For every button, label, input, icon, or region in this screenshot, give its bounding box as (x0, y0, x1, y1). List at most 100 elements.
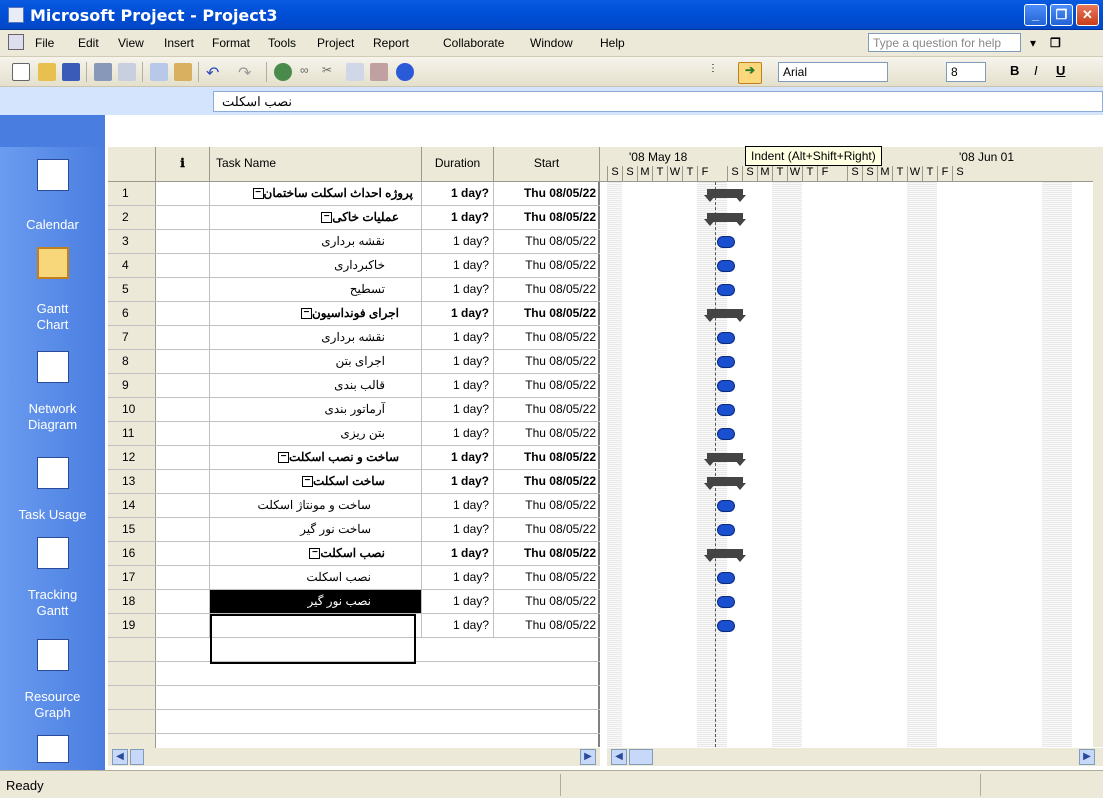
help-icon[interactable] (396, 63, 414, 81)
new-icon[interactable] (12, 63, 30, 81)
info-column-icon[interactable]: ℹ (156, 147, 210, 182)
paste-icon[interactable] (174, 63, 192, 81)
column-start[interactable]: Start (494, 147, 600, 182)
help-dropdown-icon[interactable]: ▾ (1030, 36, 1036, 50)
task-usage-icon[interactable] (37, 457, 69, 489)
task-bar[interactable] (717, 380, 735, 392)
app-icon[interactable] (8, 7, 24, 23)
row-number[interactable]: 1 (108, 182, 156, 205)
table-row[interactable]: 18 نصب نور گیر 1 day? Thu 08/05/22 (108, 590, 600, 614)
column-duration[interactable]: Duration (422, 147, 494, 182)
copy-icon[interactable] (150, 63, 168, 81)
resource-graph-icon[interactable] (37, 639, 69, 671)
underline-button[interactable]: U (1056, 63, 1074, 81)
start-cell[interactable]: Thu 08/05/22 (494, 590, 600, 613)
gantt-chart-icon[interactable] (37, 247, 69, 279)
italic-button[interactable]: I (1034, 63, 1052, 81)
scroll-right-icon[interactable]: ▶ (580, 749, 596, 765)
task-name-cell[interactable]: ساخت و نصب اسکلت− (210, 446, 422, 469)
task-name-cell[interactable]: بتن ریزی (210, 422, 422, 445)
save-icon[interactable] (62, 63, 80, 81)
summary-bar[interactable] (704, 213, 746, 226)
table-row[interactable]: 2 عملیات خاکی− 1 day? Thu 08/05/22 (108, 206, 600, 230)
redo-icon[interactable]: ↷ (238, 63, 256, 82)
table-row[interactable]: 17 نصب اسکلت 1 day? Thu 08/05/22 (108, 566, 600, 590)
task-bar[interactable] (717, 500, 735, 512)
task-name-cell[interactable]: نقشه برداری (210, 326, 422, 349)
row-number[interactable]: 5 (108, 278, 156, 301)
table-row[interactable]: 10 آرماتور بندی 1 day? Thu 08/05/22 (108, 398, 600, 422)
menu-insert[interactable]: Insert (164, 36, 194, 50)
task-name-cell[interactable]: آرماتور بندی (210, 398, 422, 421)
duration-cell[interactable]: 1 day? (422, 518, 494, 541)
start-cell[interactable]: Thu 08/05/22 (494, 278, 600, 301)
vertical-scrollbar[interactable] (1093, 147, 1103, 747)
duration-cell[interactable]: 1 day? (422, 566, 494, 589)
collapse-icon[interactable]: − (309, 548, 321, 560)
tracking-gantt-icon[interactable] (37, 537, 69, 569)
menu-file[interactable]: File (35, 36, 54, 50)
minimize-button[interactable]: _ (1024, 4, 1047, 26)
table-row[interactable]: 4 خاکبرداری 1 day? Thu 08/05/22 (108, 254, 600, 278)
collapse-icon[interactable]: − (300, 308, 312, 320)
duration-cell[interactable]: 1 day? (422, 398, 494, 421)
task-name-cell[interactable]: ساخت نور گیر (210, 518, 422, 541)
duration-cell[interactable]: 1 day? (422, 614, 494, 637)
row-number[interactable] (108, 662, 156, 685)
undo-icon[interactable]: ↶ (206, 63, 224, 82)
row-number[interactable]: 13 (108, 470, 156, 493)
start-cell[interactable]: Thu 08/05/22 (494, 470, 600, 493)
duration-cell[interactable]: 1 day? (422, 350, 494, 373)
row-number[interactable]: 17 (108, 566, 156, 589)
row-number[interactable]: 4 (108, 254, 156, 277)
table-row[interactable]: 3 نقشه برداری 1 day? Thu 08/05/22 (108, 230, 600, 254)
view-calendar[interactable]: Calendar (0, 217, 105, 233)
task-name-cell[interactable]: نصب اسکلت (210, 566, 422, 589)
duration-cell[interactable]: 1 day? (422, 542, 494, 565)
duration-cell[interactable]: 1 day? (422, 494, 494, 517)
select-all-cell[interactable] (108, 147, 156, 182)
scroll-thumb[interactable] (629, 749, 653, 765)
close-button[interactable]: ✕ (1076, 4, 1099, 26)
start-cell[interactable]: Thu 08/05/22 (494, 518, 600, 541)
task-bar[interactable] (717, 428, 735, 440)
collapse-icon[interactable]: − (252, 188, 264, 200)
task-bar[interactable] (717, 596, 735, 608)
task-name-cell[interactable]: نصب اسکلت− (210, 542, 422, 565)
task-bar[interactable] (717, 404, 735, 416)
view-gantt-chart[interactable]: Gantt Chart (0, 301, 105, 333)
bold-button[interactable]: B (1010, 63, 1028, 81)
task-bar[interactable] (717, 260, 735, 272)
restore-button[interactable]: ❐ (1050, 4, 1073, 26)
duration-cell[interactable]: 1 day? (422, 446, 494, 469)
network-diagram-icon[interactable] (37, 351, 69, 383)
task-bar[interactable] (717, 332, 735, 344)
task-bar[interactable] (717, 284, 735, 296)
start-cell[interactable]: Thu 08/05/22 (494, 374, 600, 397)
menu-format[interactable]: Format (212, 36, 250, 50)
task-name-cell[interactable]: ساخت اسکلت− (210, 470, 422, 493)
empty-row[interactable] (108, 710, 600, 734)
collapse-icon[interactable]: − (301, 476, 313, 488)
duration-cell[interactable]: 1 day? (422, 182, 494, 205)
row-number[interactable]: 16 (108, 542, 156, 565)
indent-icon[interactable]: ➔ (738, 62, 762, 84)
table-row[interactable]: 6 اجرای فونداسیون− 1 day? Thu 08/05/22 (108, 302, 600, 326)
task-name-cell[interactable]: قالب بندی (210, 374, 422, 397)
scroll-right-icon[interactable]: ▶ (1079, 749, 1095, 765)
row-number[interactable]: 7 (108, 326, 156, 349)
menu-report[interactable]: Report (373, 36, 409, 50)
duration-cell[interactable]: 1 day? (422, 302, 494, 325)
task-name-cell[interactable]: تسطیح (210, 278, 422, 301)
summary-bar[interactable] (704, 477, 746, 490)
view-network-diagram[interactable]: Network Diagram (0, 401, 105, 433)
menu-help[interactable]: Help (600, 36, 625, 50)
menu-project[interactable]: Project (317, 36, 354, 50)
table-row[interactable]: 13 ساخت اسکلت− 1 day? Thu 08/05/22 (108, 470, 600, 494)
table-row[interactable]: 11 بتن ریزی 1 day? Thu 08/05/22 (108, 422, 600, 446)
task-name-cell[interactable]: اجرای بتن (210, 350, 422, 373)
duration-cell[interactable]: 1 day? (422, 326, 494, 349)
row-number[interactable]: 15 (108, 518, 156, 541)
task-name-cell[interactable]: اجرای فونداسیون− (210, 302, 422, 325)
start-cell[interactable]: Thu 08/05/22 (494, 566, 600, 589)
